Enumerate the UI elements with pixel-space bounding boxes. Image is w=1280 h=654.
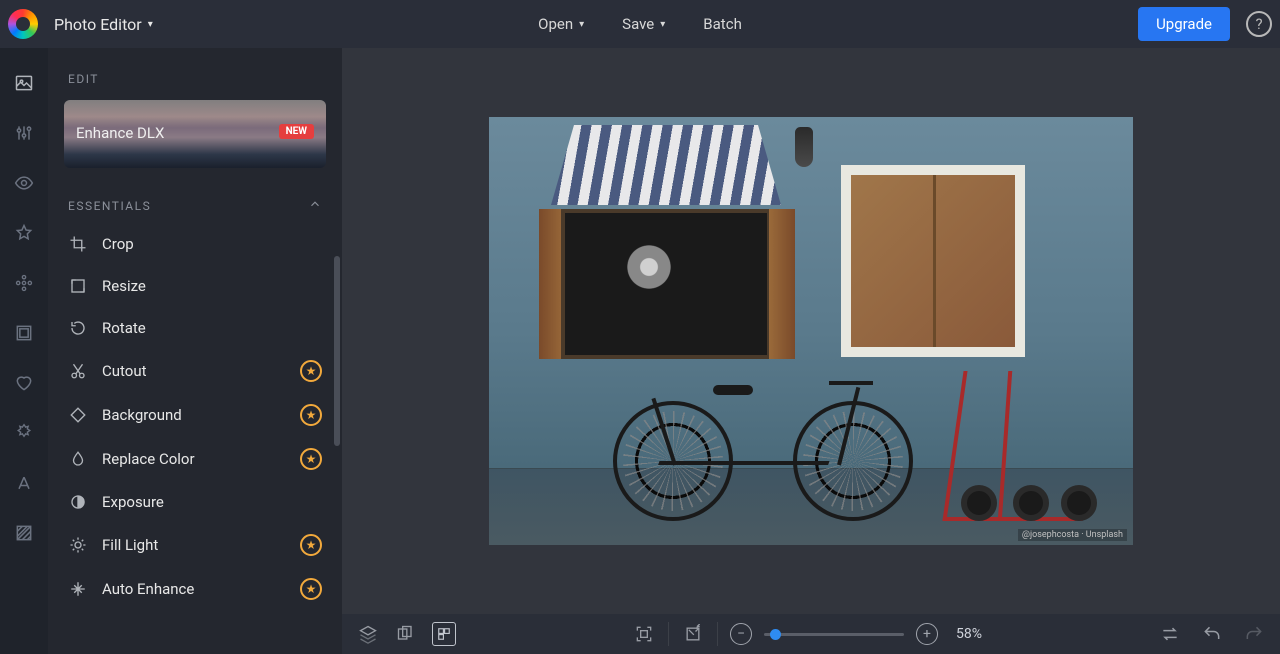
new-badge: NEW (279, 124, 314, 139)
essentials-title: ESSENTIALS (68, 199, 151, 213)
replace-color-icon (68, 449, 88, 469)
undo-icon[interactable] (1200, 622, 1224, 646)
compare-icon[interactable] (394, 622, 418, 646)
separator (668, 622, 669, 646)
tool-label: Resize (102, 277, 146, 295)
zoom-slider[interactable] (764, 633, 904, 636)
rotate-icon (68, 318, 88, 338)
left-icon-rail (0, 48, 48, 654)
fill-light-icon (68, 535, 88, 555)
text-tab-icon[interactable] (13, 472, 35, 494)
premium-star-icon: ★ (300, 360, 322, 382)
star-tab-icon[interactable] (13, 222, 35, 244)
image-tab-icon[interactable] (13, 72, 35, 94)
tool-background[interactable]: Background ★ (48, 393, 342, 437)
open-button[interactable]: Open ▾ (538, 15, 584, 33)
premium-star-icon: ★ (300, 534, 322, 556)
atom-tab-icon[interactable] (13, 272, 35, 294)
separator (717, 622, 718, 646)
app-title-label: Photo Editor (54, 15, 142, 34)
tool-label: Auto Enhance (102, 580, 194, 598)
bottom-left-group (356, 622, 456, 646)
enhance-dlx-card[interactable]: Enhance DLX NEW (64, 100, 326, 168)
edit-sidebar: EDIT Enhance DLX NEW ESSENTIALS Crop Res… (48, 48, 342, 654)
open-label: Open (538, 15, 573, 33)
bottom-right-group (1158, 622, 1266, 646)
save-label: Save (622, 15, 654, 33)
sidebar-scrollbar[interactable] (334, 256, 340, 446)
tool-label: Crop (102, 235, 134, 253)
premium-star-icon: ★ (300, 448, 322, 470)
chevron-down-icon: ▾ (148, 19, 153, 30)
tool-crop[interactable]: Crop (48, 223, 342, 265)
burst-tab-icon[interactable] (13, 422, 35, 444)
batch-label: Batch (703, 15, 742, 33)
top-menu: Open ▾ Save ▾ Batch (538, 15, 742, 33)
zoom-slider-thumb[interactable] (770, 629, 781, 640)
history-swap-icon[interactable] (1158, 622, 1182, 646)
premium-star-icon: ★ (300, 404, 322, 426)
frame-tab-icon[interactable] (13, 322, 35, 344)
exposure-icon (68, 492, 88, 512)
app-logo-icon[interactable] (8, 9, 38, 39)
premium-star-icon: ★ (300, 578, 322, 600)
tool-rotate[interactable]: Rotate (48, 307, 342, 349)
photo-preview: @josephcosta · Unsplash (489, 117, 1133, 545)
auto-enhance-icon (68, 579, 88, 599)
app-title-dropdown[interactable]: Photo Editor ▾ (54, 15, 153, 34)
tool-label: Exposure (102, 493, 164, 511)
zoom-controls: − + 58% (632, 622, 982, 646)
top-right: Upgrade ? (1138, 7, 1272, 41)
tool-resize[interactable]: Resize (48, 265, 342, 307)
tool-replace-color[interactable]: Replace Color ★ (48, 437, 342, 481)
heart-tab-icon[interactable] (13, 372, 35, 394)
edit-section-title: EDIT (48, 48, 342, 100)
redo-icon[interactable] (1242, 622, 1266, 646)
batch-button[interactable]: Batch (703, 15, 742, 33)
crop-icon (68, 234, 88, 254)
bottom-toolbar: − + 58% (342, 614, 1280, 654)
tool-label: Replace Color (102, 450, 195, 468)
chevron-down-icon: ▾ (579, 19, 584, 30)
tool-auto-enhance[interactable]: Auto Enhance ★ (48, 567, 342, 611)
actual-size-icon[interactable] (681, 622, 705, 646)
zoom-in-button[interactable]: + (916, 623, 938, 645)
background-icon (68, 405, 88, 425)
tool-cutout[interactable]: Cutout ★ (48, 349, 342, 393)
enhance-dlx-label: Enhance DLX (76, 124, 164, 142)
tool-label: Fill Light (102, 536, 158, 554)
fit-screen-icon[interactable] (632, 622, 656, 646)
tool-label: Background (102, 406, 182, 424)
tool-fill-light[interactable]: Fill Light ★ (48, 523, 342, 567)
cutout-icon (68, 361, 88, 381)
layers-icon[interactable] (356, 622, 380, 646)
topbar: Photo Editor ▾ Open ▾ Save ▾ Batch Upgra… (0, 0, 1280, 48)
tool-label: Rotate (102, 319, 146, 337)
zoom-percent: 58% (956, 626, 982, 642)
essentials-section-header[interactable]: ESSENTIALS (48, 186, 342, 223)
photo-credit: @josephcosta · Unsplash (1018, 529, 1127, 541)
help-button[interactable]: ? (1246, 11, 1272, 37)
essentials-tool-list: Crop Resize Rotate Cutout ★ Background (48, 223, 342, 611)
save-button[interactable]: Save ▾ (622, 15, 665, 33)
chevron-up-icon (308, 196, 322, 215)
tool-label: Cutout (102, 362, 147, 380)
eye-tab-icon[interactable] (13, 172, 35, 194)
chevron-down-icon: ▾ (660, 19, 665, 30)
adjust-tab-icon[interactable] (13, 122, 35, 144)
upgrade-button[interactable]: Upgrade (1138, 7, 1230, 41)
texture-tab-icon[interactable] (13, 522, 35, 544)
tool-exposure[interactable]: Exposure (48, 481, 342, 523)
zoom-out-button[interactable]: − (730, 623, 752, 645)
resize-icon (68, 276, 88, 296)
canvas-area[interactable]: @josephcosta · Unsplash (342, 48, 1280, 614)
grid-view-icon[interactable] (432, 622, 456, 646)
